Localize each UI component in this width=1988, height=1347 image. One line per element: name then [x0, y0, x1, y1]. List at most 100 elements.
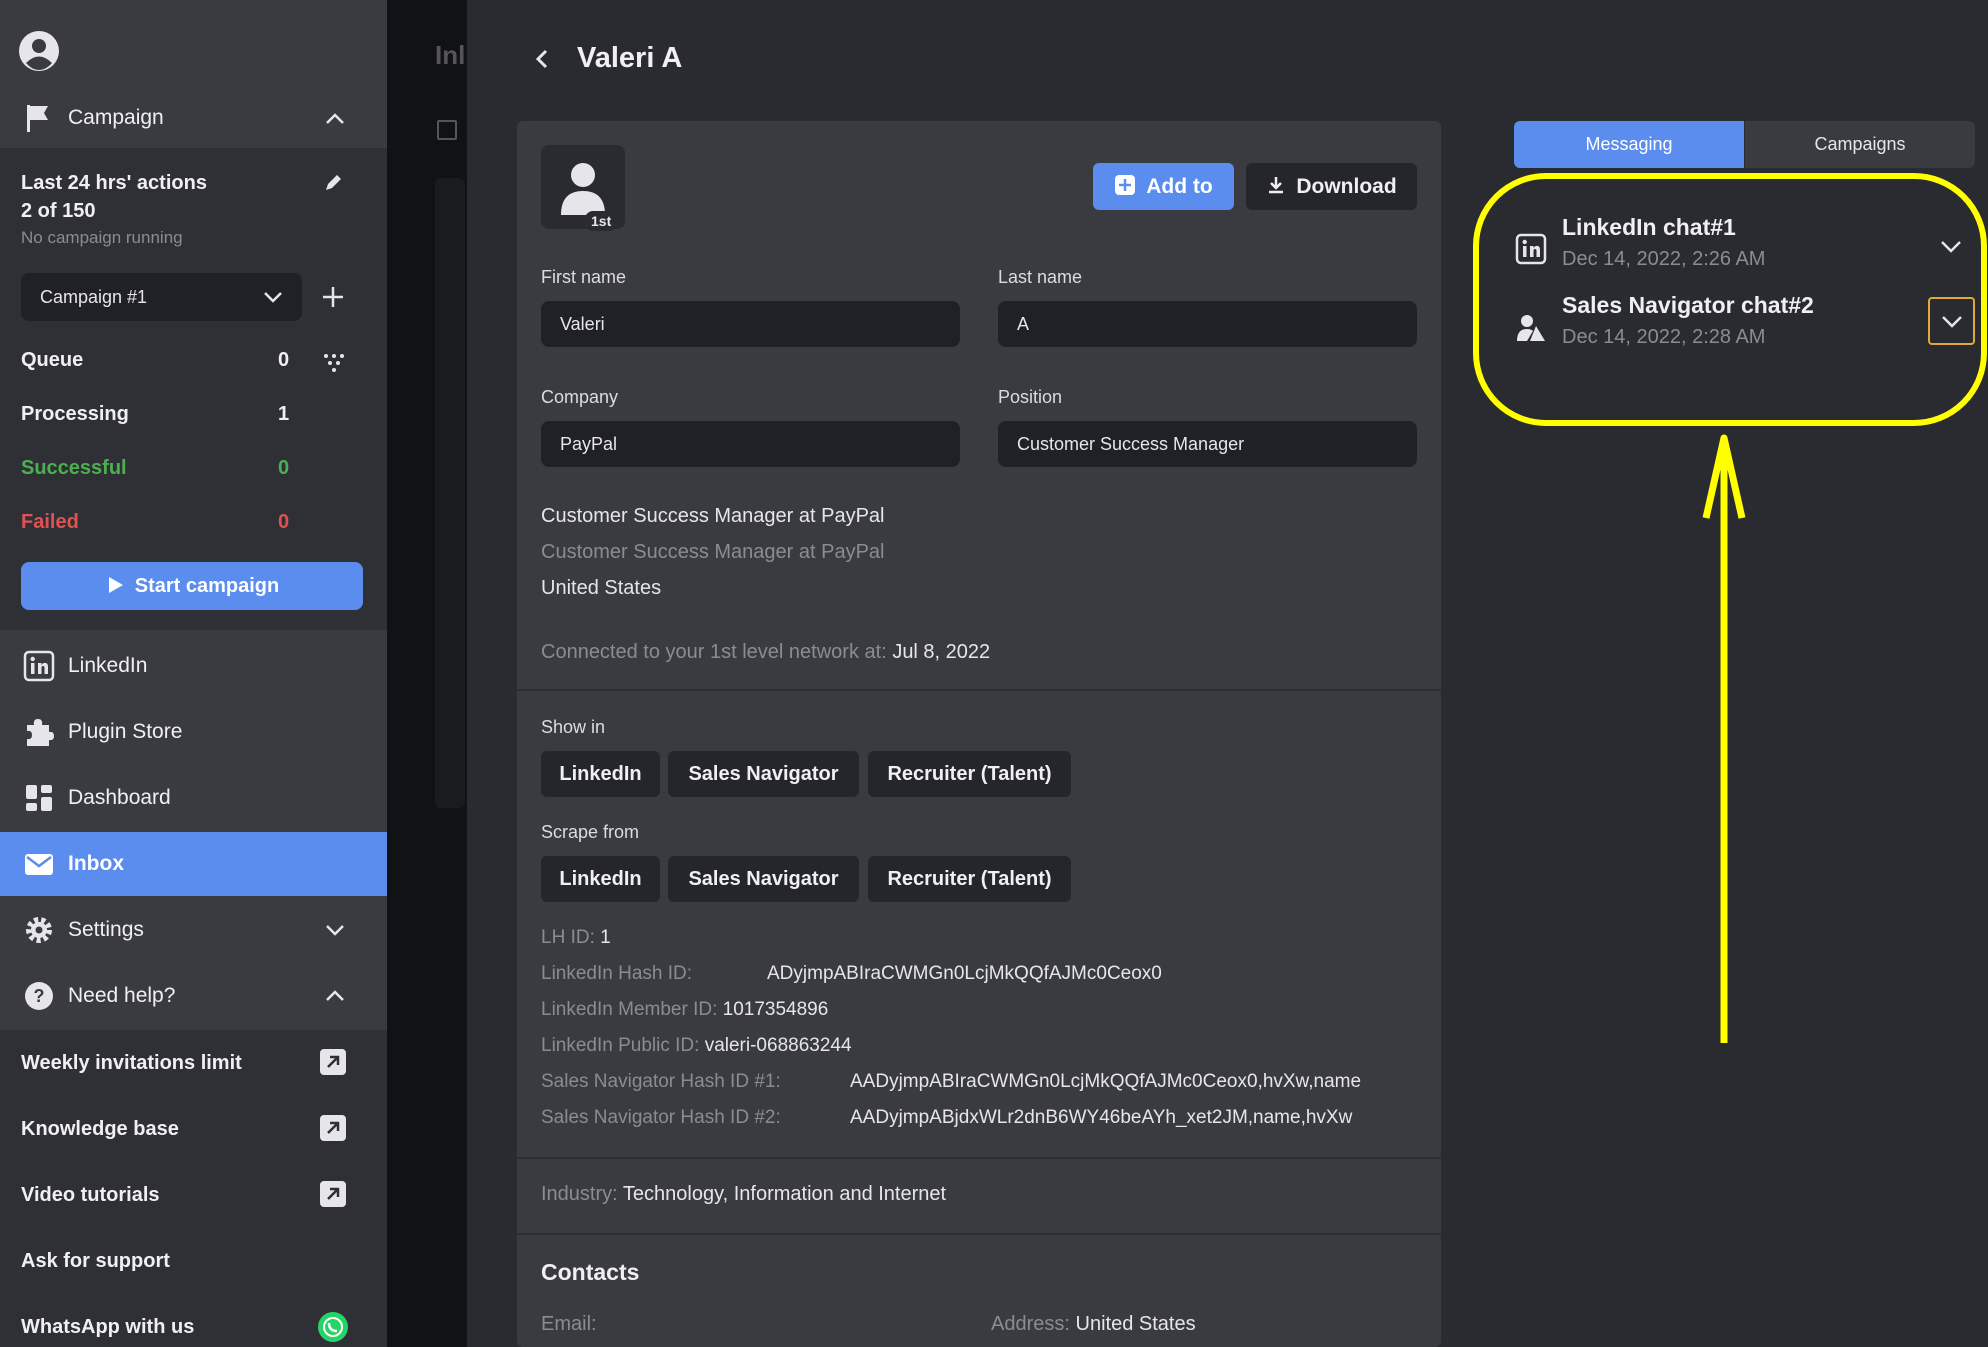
member-id-value: 1017354896: [722, 999, 829, 1020]
svg-text:?: ?: [34, 986, 45, 1006]
address-row: Address: United States: [991, 1313, 1196, 1336]
position-label: Position: [998, 387, 1063, 407]
external-link-icon[interactable]: [318, 1179, 348, 1209]
actions-title: Last 24 hrs' actions: [21, 172, 207, 194]
scrape-from-recruiter-chip[interactable]: Recruiter (Talent): [868, 856, 1071, 902]
external-link-icon[interactable]: [318, 1047, 348, 1077]
industry-row: Industry: Technology, Information and In…: [541, 1183, 946, 1206]
last-name-field[interactable]: A: [998, 301, 1417, 347]
whatsapp-icon[interactable]: [316, 1310, 350, 1344]
puzzle-icon: [27, 719, 54, 746]
chevron-down-icon[interactable]: [1937, 232, 1965, 260]
scrape-from-sales-navigator-chip[interactable]: Sales Navigator: [668, 856, 859, 902]
nav-linkedin-label: LinkedIn: [68, 654, 148, 677]
company-label: Company: [541, 387, 619, 407]
sidebar: Campaign Last 24 hrs' actions 2 of 150 N…: [0, 0, 387, 1347]
background-checkbox: [437, 120, 457, 140]
start-campaign-button[interactable]: Start campaign: [21, 562, 363, 610]
nav-dashboard[interactable]: Dashboard: [0, 766, 387, 830]
linkedin-icon: [23, 650, 55, 682]
stat-processing-value: 1: [278, 403, 290, 425]
nav-dashboard-label: Dashboard: [68, 786, 171, 809]
show-in-sales-navigator-chip[interactable]: Sales Navigator: [668, 751, 859, 797]
nav-plugin-store[interactable]: Plugin Store: [0, 700, 387, 764]
no-campaign-status: No campaign running: [21, 228, 183, 247]
chevron-down-icon: [326, 925, 344, 936]
show-in-linkedin-chip[interactable]: LinkedIn: [541, 751, 660, 797]
divider: [517, 1233, 1441, 1235]
chevron-up-icon: [326, 990, 344, 1001]
play-icon: [108, 576, 123, 593]
chevron-up-icon[interactable]: [323, 107, 347, 131]
campaign-select-value: Campaign #1: [40, 287, 148, 307]
back-arrow-icon[interactable]: [531, 48, 553, 70]
first-name-label: First name: [541, 267, 627, 287]
tab-campaigns[interactable]: Campaigns: [1745, 121, 1975, 168]
stat-successful-value: 0: [278, 457, 290, 479]
lh-id-row: LH ID: 1: [541, 927, 611, 949]
sales-navigator-icon: [1517, 315, 1545, 341]
nav-linkedin[interactable]: LinkedIn: [0, 634, 387, 698]
connected-info: Connected to your 1st level network at: …: [541, 641, 990, 664]
add-campaign-icon[interactable]: [320, 284, 346, 310]
add-square-icon: [1115, 175, 1136, 196]
sn-hash-2-label: Sales Navigator Hash ID #2:: [541, 1107, 781, 1128]
external-link-icon[interactable]: [318, 1113, 348, 1143]
nav-settings[interactable]: Settings: [0, 898, 387, 962]
background-title: Inl: [435, 40, 466, 70]
chat-item-linkedin[interactable]: LinkedIn chat#1 Dec 14, 2022, 2:26 AM: [1514, 214, 1975, 284]
help-knowledge-base[interactable]: Knowledge base: [21, 1118, 179, 1141]
connection-degree-badge: 1st: [585, 211, 618, 231]
member-id-label: LinkedIn Member ID:: [541, 999, 718, 1020]
add-to-label: Add to: [1146, 175, 1213, 198]
connected-label: Connected to your 1st level network at:: [541, 641, 887, 663]
gear-icon: [26, 917, 52, 943]
add-to-button[interactable]: Add to: [1093, 163, 1234, 210]
tab-messaging[interactable]: Messaging: [1514, 121, 1744, 168]
help-icon: ?: [25, 982, 53, 1010]
help-weekly-limit[interactable]: Weekly invitations limit: [21, 1052, 242, 1075]
address-label: Address:: [991, 1313, 1070, 1335]
industry-label: Industry:: [541, 1183, 618, 1205]
help-video-tutorials[interactable]: Video tutorials: [21, 1184, 160, 1207]
download-icon: [1269, 177, 1284, 194]
lh-id-label: LH ID:: [541, 927, 595, 948]
download-button[interactable]: Download: [1246, 163, 1417, 210]
campaign-select[interactable]: Campaign #1: [21, 273, 302, 321]
member-id-row: LinkedIn Member ID: 1017354896: [541, 999, 828, 1021]
user-avatar-icon[interactable]: [18, 30, 60, 72]
hash-id-label: LinkedIn Hash ID:: [541, 963, 693, 984]
show-in-label: Show in: [541, 717, 606, 737]
queue-dots-icon[interactable]: [322, 350, 346, 374]
sn-hash-2-value: AADyjmpABjdxWLr2dnB6WY46beAYh_xet2JM,nam…: [850, 1107, 1353, 1128]
address-value: United States: [1075, 1313, 1196, 1335]
nav-need-help[interactable]: ? Need help?: [0, 964, 387, 1028]
email-label: Email:: [541, 1313, 597, 1335]
dashboard-icon: [26, 785, 52, 811]
show-in-recruiter-chip[interactable]: Recruiter (Talent): [868, 751, 1071, 797]
sn-hash-1-value: AADyjmpABIraCWMGn0LcjMkQQfAJMc0Ceox0,hvX…: [850, 1071, 1362, 1092]
position-field[interactable]: Customer Success Manager: [998, 421, 1417, 467]
contacts-heading: Contacts: [541, 1259, 640, 1285]
nav-need-help-label: Need help?: [68, 984, 176, 1007]
help-whatsapp[interactable]: WhatsApp with us: [21, 1316, 194, 1339]
pencil-icon[interactable]: [322, 172, 344, 194]
help-ask-support[interactable]: Ask for support: [21, 1250, 170, 1273]
page-title: Valeri A: [577, 42, 683, 74]
profile-card: 1st Add to Download First name Valeri La…: [517, 121, 1441, 1347]
chat-date: Dec 14, 2022, 2:26 AM: [1562, 248, 1766, 270]
expand-chat-button[interactable]: [1928, 297, 1975, 345]
chat-item-sales-navigator[interactable]: Sales Navigator chat#2 Dec 14, 2022, 2:2…: [1514, 292, 1975, 362]
first-name-field[interactable]: Valeri: [541, 301, 960, 347]
scrape-from-linkedin-chip[interactable]: LinkedIn: [541, 856, 660, 902]
campaign-section-toggle[interactable]: Campaign: [0, 95, 387, 145]
public-id-row: LinkedIn Public ID: valeri-068863244: [541, 1035, 852, 1057]
nav-settings-label: Settings: [68, 918, 144, 941]
stat-queue-value: 0: [278, 349, 290, 371]
nav-inbox[interactable]: Inbox: [0, 832, 387, 896]
chat-date: Dec 14, 2022, 2:28 AM: [1562, 326, 1766, 348]
company-field[interactable]: PayPal: [541, 421, 960, 467]
divider: [517, 1157, 1441, 1159]
scrape-from-label: Scrape from: [541, 822, 640, 842]
public-id-label: LinkedIn Public ID:: [541, 1035, 700, 1056]
